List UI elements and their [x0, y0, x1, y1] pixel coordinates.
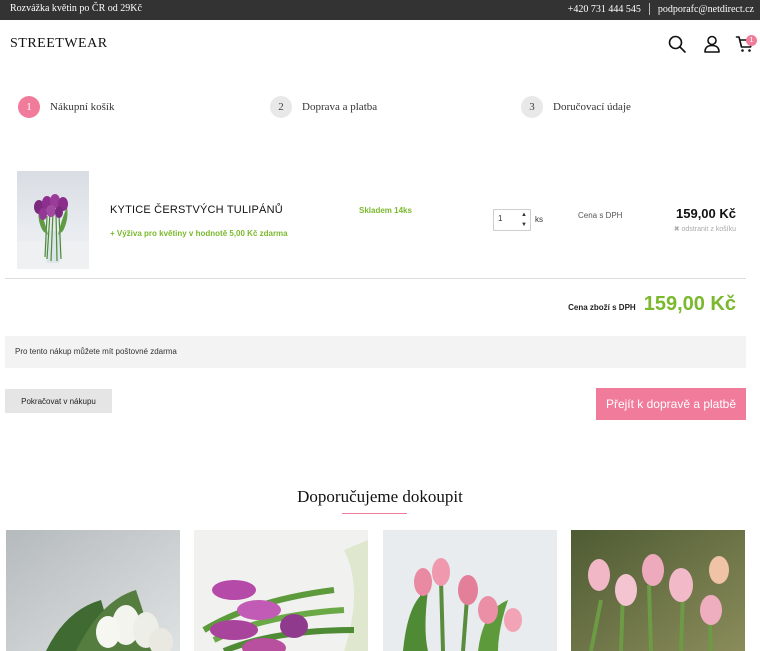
- step-number: 3: [521, 96, 543, 118]
- step-label: Doprava a platba: [302, 101, 378, 113]
- logo[interactable]: STREETWEAR: [10, 36, 108, 52]
- user-icon[interactable]: [702, 34, 722, 54]
- step-label: Nákupní košík: [50, 101, 115, 113]
- free-shipping-text: Pro tento nákup můžete mít poštovné zdar…: [15, 347, 177, 356]
- top-bar: Rozvážka květin po ČR od 29Kč +420 731 4…: [0, 0, 760, 20]
- divider: [648, 3, 650, 15]
- recommended-product-image[interactable]: [194, 530, 368, 651]
- total-label: Cena zboží s DPH: [568, 303, 636, 312]
- checkout-steps: 1 Nákupní košík 2 Doprava a platba 3 Dor…: [0, 96, 760, 122]
- step-delivery[interactable]: 3 Doručovací údaje: [521, 96, 631, 118]
- step-label: Doručovací údaje: [553, 101, 631, 113]
- close-icon: ✖: [673, 226, 680, 233]
- recommended-product-image[interactable]: [6, 530, 180, 651]
- recommended-product-image[interactable]: [383, 530, 557, 651]
- site-header: STREETWEAR: [0, 20, 760, 70]
- proceed-to-shipping-button[interactable]: Přejít k dopravě a platbě: [596, 388, 746, 420]
- free-shipping-note: Pro tento nákup můžete mít poštovné zdar…: [5, 336, 746, 368]
- step-cart[interactable]: 1 Nákupní košík: [18, 96, 114, 118]
- search-icon[interactable]: [667, 34, 687, 54]
- recommended-product-image[interactable]: [571, 530, 745, 651]
- promo-text: Rozvážka květin po ČR od 29Kč: [10, 3, 142, 14]
- caret-down-icon[interactable]: ▼: [520, 221, 528, 229]
- step-shipping[interactable]: 2 Doprava a platba: [270, 96, 377, 118]
- item-price: 159,00 Kč: [676, 206, 736, 221]
- recommend-title: Doporučujeme dokoupit: [297, 487, 463, 506]
- price-label: Cena s DPH: [578, 211, 623, 220]
- quantity-unit: ks: [535, 215, 543, 224]
- title-underline: [342, 513, 407, 514]
- remove-item-link[interactable]: ✖ odstranit z košíku: [674, 225, 736, 233]
- continue-shopping-button[interactable]: Pokračovat v nákupu: [5, 389, 112, 413]
- cart-count-badge: 1: [746, 35, 757, 46]
- caret-up-icon[interactable]: ▲: [520, 211, 528, 219]
- total-value: 159,00 Kč: [643, 293, 736, 315]
- product-image[interactable]: [17, 171, 89, 269]
- stock-status: Skladem 14ks: [359, 206, 412, 215]
- cart-item-row: KYTICE ČERSTVÝCH TULIPÁNŮ + Výživa pro k…: [5, 163, 746, 279]
- contact-info: +420 731 444 545 podporafc@netdirect.cz: [568, 3, 754, 15]
- step-number: 2: [270, 96, 292, 118]
- product-name[interactable]: KYTICE ČERSTVÝCH TULIPÁNŮ: [110, 204, 283, 216]
- cart-total: Cena zboží s DPH 159,00 Kč: [568, 293, 736, 316]
- quantity-input[interactable]: [498, 214, 520, 223]
- step-number: 1: [18, 96, 40, 118]
- phone-link[interactable]: +420 731 444 545: [568, 4, 641, 15]
- product-gift: + Výživa pro květiny v hodnotě 5,00 Kč z…: [110, 229, 288, 238]
- remove-item-label: odstranit z košíku: [681, 226, 736, 233]
- quantity-stepper[interactable]: ▲ ▼: [493, 209, 531, 231]
- email-link[interactable]: podporafc@netdirect.cz: [658, 4, 754, 15]
